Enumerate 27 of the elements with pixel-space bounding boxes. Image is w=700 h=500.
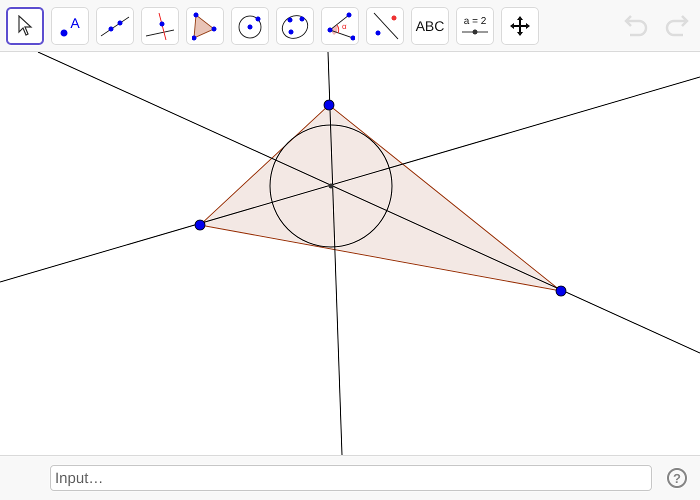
slider-icon <box>462 29 488 35</box>
point-icon <box>60 28 68 36</box>
text-tool-button[interactable]: ABC <box>411 6 449 44</box>
redo-icon <box>663 14 691 36</box>
line-tool-button[interactable] <box>96 6 134 44</box>
angle-icon <box>325 10 355 40</box>
text-tool-label: ABC <box>416 18 444 34</box>
angle-label: α <box>342 22 347 30</box>
perpendicular-tool-button[interactable] <box>141 6 179 44</box>
cursor-icon <box>17 14 33 36</box>
slider-label: a = 2 <box>464 16 486 27</box>
perpendicular-line-icon <box>144 10 176 40</box>
point-tool-button[interactable]: A <box>51 6 89 44</box>
line-icon <box>100 14 130 38</box>
move-arrows-icon <box>509 14 531 36</box>
point-label: A <box>70 14 80 30</box>
pan-tool-button[interactable] <box>501 6 539 44</box>
move-tool-button[interactable] <box>6 6 44 44</box>
input-field[interactable]: Input… <box>50 465 652 491</box>
slider-tool-button[interactable]: a = 2 <box>456 6 494 44</box>
circle-tool-button[interactable] <box>231 6 269 44</box>
triangle-icon <box>192 10 218 40</box>
angle-tool-button[interactable]: α <box>321 6 359 44</box>
undo-icon <box>622 14 650 36</box>
polygon-tool-button[interactable] <box>186 6 224 44</box>
conic-tool-button[interactable] <box>276 6 314 44</box>
reflect-tool-button[interactable] <box>366 6 404 44</box>
